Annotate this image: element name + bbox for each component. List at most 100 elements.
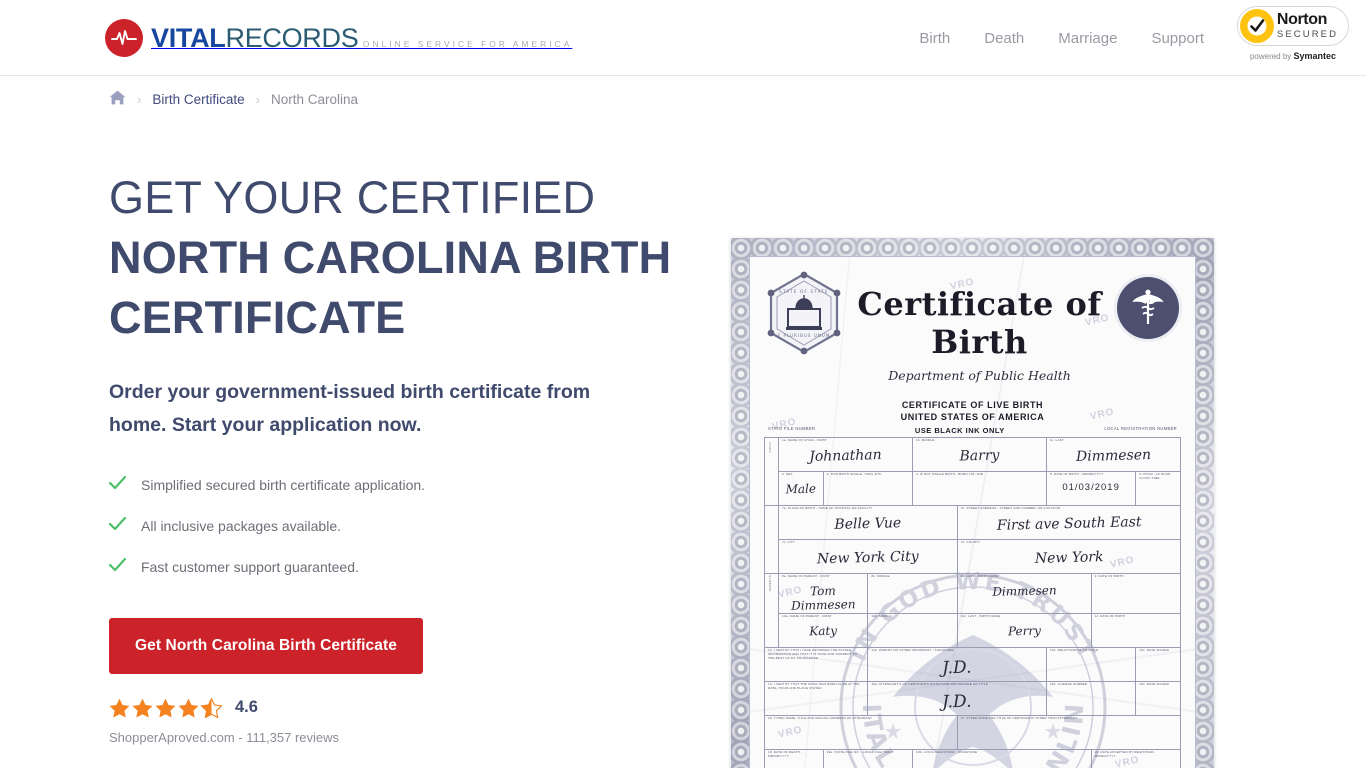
certificate-department: Department of Public Health bbox=[888, 368, 1071, 383]
field-label: 15a. ATTENDANT'S OR CERTIFIER'S SIGNATUR… bbox=[871, 682, 988, 687]
field-value: 01/03/2019 bbox=[1062, 482, 1120, 494]
form-cell: 10a. NAME OF PARENT - FIRST Katy bbox=[777, 613, 869, 649]
form-cell: 17. TYPED NAME AND TITLE OF CERTIFIER IF… bbox=[956, 715, 1182, 751]
seal-bottom-text: E PLURIBUS UNUM bbox=[778, 333, 831, 338]
rating-source: ShopperAproved.com - 111,357 reviews bbox=[109, 729, 340, 745]
check-icon bbox=[108, 516, 127, 536]
field-value: J.D. bbox=[942, 657, 973, 679]
field-value: J.D. bbox=[942, 691, 973, 713]
field-value bbox=[1095, 623, 1177, 625]
ink-note: USE BLACK INK ONLY bbox=[914, 426, 1005, 436]
field-label: 6. HOUR - 24 HOUR CLOCK TIME bbox=[1139, 472, 1171, 481]
star-rating bbox=[109, 697, 222, 718]
form-cell: 8c. LAST - BIRTH NAME Dimmesen bbox=[956, 573, 1092, 615]
breadcrumb-separator-2: › bbox=[255, 91, 260, 107]
table-row: PARENTS 8a. NAME OF PARENT - FIRST Tom D… bbox=[764, 573, 1182, 649]
field-label: 2. SEX bbox=[782, 472, 793, 477]
logo-word-records: RECORDS bbox=[225, 23, 359, 53]
certificate-header: STATE OF STATE E PLURIBUS UNUM Certifica… bbox=[750, 257, 1195, 383]
side-label-place-cell bbox=[764, 505, 779, 575]
nav-item-marriage[interactable]: Marriage bbox=[1041, 24, 1134, 53]
certificate-inner-page: VRO VRO VRO VRO VRO VRO VRO VRO VRO VRO bbox=[749, 256, 1196, 768]
form-cell: 10c. LAST - BIRTH NAME Perry bbox=[956, 613, 1092, 649]
form-cell: 19a. STATE FILE NO. - LOCAL FILE TRACT bbox=[822, 749, 913, 768]
field-label: 13c. DATE SIGNED bbox=[1139, 648, 1170, 653]
form-cell: 7a. PLACE OF BIRTH - NAME OF HOSPITAL OR… bbox=[778, 505, 958, 541]
field-label: 3. THIS BIRTH SINGLE, TWIN, ETC. bbox=[826, 472, 883, 477]
norton-wordmark: Norton SECURED bbox=[1277, 12, 1338, 40]
nav-item-birth[interactable]: Birth bbox=[902, 24, 967, 53]
side-label-parents-cell: PARENTS bbox=[764, 573, 779, 649]
form-cell: 20. DATE ACCEPTED BY REGISTRAR - MM/DD/Y… bbox=[1090, 749, 1182, 768]
side-label-parents: PARENTS bbox=[768, 575, 772, 592]
field-label: 15b. LICENSE NUMBER bbox=[1049, 682, 1088, 687]
page-title: GET YOUR CERTIFIED NORTH CAROLINA BIRTH … bbox=[109, 168, 709, 348]
rating-block: 4.6 ShopperAproved.com - 111,357 reviews bbox=[109, 697, 709, 745]
table-row: 2. SEX Male 3. THIS BIRTH SINGLE, TWIN, … bbox=[765, 471, 1181, 507]
get-birth-certificate-button[interactable]: Get North Carolina Birth Certificate bbox=[109, 617, 423, 674]
norton-brand: Norton bbox=[1276, 11, 1327, 29]
logo-title: VITALRECORDS bbox=[151, 23, 359, 53]
nav-item-support[interactable]: Support bbox=[1134, 24, 1221, 53]
form-cell: 3. THIS BIRTH SINGLE, TWIN, ETC. bbox=[822, 471, 913, 507]
field-value: Belle Vue bbox=[834, 515, 902, 534]
form-cell: 5. DATE OF BIRTH - MM/DD/YYYY 01/03/2019 bbox=[1045, 471, 1137, 507]
field-label: 1c. LAST bbox=[1049, 438, 1064, 443]
star-icon-half bbox=[201, 697, 222, 718]
seal-top-text: STATE OF STATE bbox=[779, 289, 829, 294]
form-cell: 12. I CERTIFY THAT I HAVE REVIEWED THE S… bbox=[763, 647, 869, 683]
site-logo[interactable]: VITALRECORDS ONLINE SERVICE FOR AMERICA bbox=[105, 18, 573, 57]
field-value: Dimmesen bbox=[991, 583, 1057, 599]
form-cell: 13c. DATE SIGNED bbox=[1135, 647, 1181, 683]
form-cell: 11. DATE OF BIRTH bbox=[1090, 613, 1182, 649]
feature-item: Fast customer support guaranteed. bbox=[108, 557, 709, 577]
field-value: Dimmesen bbox=[1075, 447, 1152, 466]
field-label: 7d. COUNTY bbox=[960, 540, 981, 545]
powered-prefix: powered by bbox=[1249, 52, 1294, 61]
field-label: 15c. DATE SIGNED bbox=[1139, 682, 1170, 687]
local-registration-number-label: LOCAL REGISTRATION NUMBER bbox=[1104, 426, 1177, 432]
field-label: 10c. LAST - BIRTH NAME bbox=[960, 614, 1001, 619]
table-row: 10a. NAME OF PARENT - FIRST Katy 10b. MI… bbox=[765, 613, 1182, 649]
certificate-title: Certificate of Birth bbox=[857, 285, 1102, 361]
norton-powered-by: powered by Symantec bbox=[1250, 51, 1336, 61]
form-cell: 10b. MIDDLE bbox=[867, 613, 958, 649]
field-label: 12. I CERTIFY THAT I HAVE REVIEWED THE S… bbox=[768, 648, 858, 660]
logo-tagline: ONLINE SERVICE FOR AMERICA bbox=[362, 39, 573, 49]
form-subheader-row: STATE FILE NUMBER USE BLACK INK ONLY LOC… bbox=[764, 426, 1181, 435]
check-icon bbox=[108, 475, 127, 495]
home-icon[interactable] bbox=[109, 90, 126, 108]
feature-item: Simplified secured birth certificate app… bbox=[108, 475, 709, 495]
form-cell: 13a. PARENT OR OTHER INFORMANT - SIGNATU… bbox=[867, 647, 1047, 683]
form-cell: 6. HOUR - 24 HOUR CLOCK TIME bbox=[1135, 471, 1181, 507]
norton-secured-badge[interactable]: Norton SECURED powered by Symantec bbox=[1232, 6, 1354, 70]
field-label: 13b. RELATIONSHIP TO CHILD bbox=[1049, 648, 1099, 653]
field-label: 8b. MIDDLE bbox=[871, 574, 890, 579]
hero-line-2: NORTH CAROLINA BIRTH bbox=[109, 231, 672, 283]
breadcrumb-item-birth-certificate[interactable]: Birth Certificate bbox=[152, 92, 244, 107]
form-cell: 4. IF NOT SINGLE BIRTH - BORN 1ST, 2ND bbox=[911, 471, 1047, 507]
field-label: 11. DATE OF BIRTH bbox=[1094, 614, 1126, 619]
form-cell: 15c. DATE SIGNED bbox=[1135, 681, 1181, 717]
table-row: 18. DATE OF DEATH - MM/DD/YYYY 19a. STAT… bbox=[764, 749, 1182, 768]
field-label: 10b. MIDDLE bbox=[871, 614, 892, 619]
table-row: CHILD 1a. NAME OF CHILD - FIRST Johnatha… bbox=[764, 437, 1182, 507]
field-value: Perry bbox=[1007, 623, 1041, 639]
form-cell: 2. SEX Male bbox=[778, 471, 824, 507]
nav-item-death[interactable]: Death bbox=[967, 24, 1041, 53]
stars-row: 4.6 bbox=[109, 697, 709, 718]
norton-secured-text: SECURED bbox=[1276, 29, 1339, 41]
main-navigation: Birth Death Marriage Support bbox=[902, 0, 1221, 76]
feature-item: All inclusive packages available. bbox=[108, 516, 709, 536]
star-icon-full bbox=[178, 698, 199, 718]
field-value bbox=[1095, 583, 1177, 585]
form-cell: 9. DATE OF BIRTH bbox=[1090, 573, 1182, 615]
field-value: Katy bbox=[809, 623, 838, 639]
side-label-child: CHILD bbox=[768, 441, 772, 453]
form-heading: CERTIFICATE OF LIVE BIRTH UNITED STATES … bbox=[764, 399, 1181, 423]
field-value bbox=[827, 481, 909, 483]
field-value: Barry bbox=[959, 447, 1000, 465]
certificate-title-block: Certificate of Birth Department of Publi… bbox=[842, 271, 1117, 383]
certificate-preview: VRO VRO VRO VRO VRO VRO VRO VRO VRO VRO bbox=[709, 108, 1214, 768]
field-label: 18. DATE OF DEATH - MM/DD/YYYY bbox=[768, 750, 803, 758]
